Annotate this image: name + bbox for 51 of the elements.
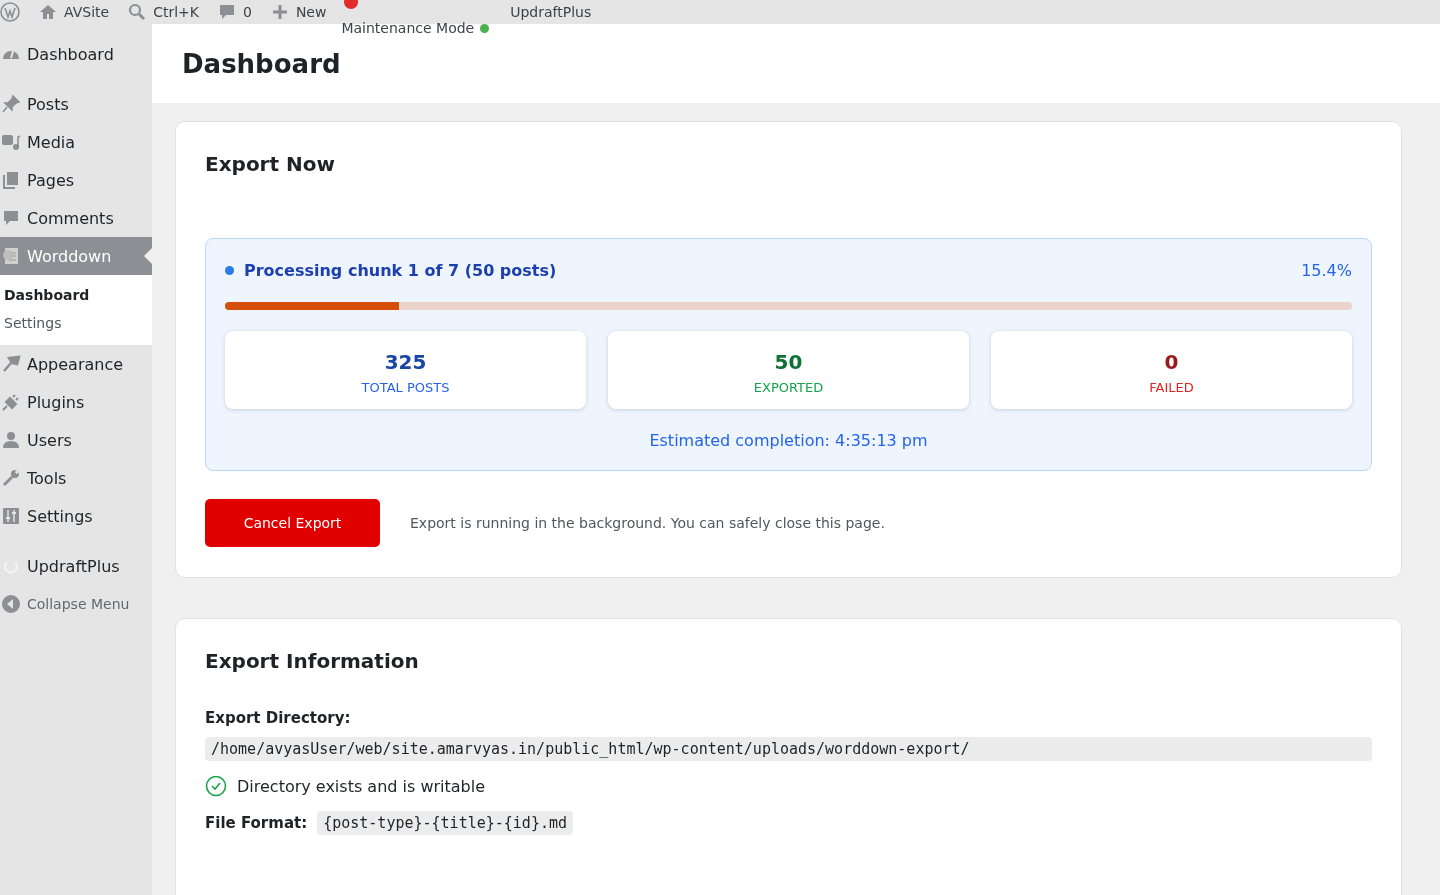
card-title: Export Now	[205, 152, 336, 176]
menu-item[interactable]: Plugins	[0, 383, 152, 421]
menu-item[interactable]: Posts	[0, 85, 152, 123]
menu-item[interactable]: UpdraftPlus	[0, 547, 152, 585]
pushpin-icon	[1, 94, 21, 114]
toolbar-item[interactable]: 0	[207, 2, 261, 22]
directory-label: Export Directory:	[205, 709, 352, 727]
media-icon	[1, 132, 21, 152]
file-format: {post-type}-{title}-{id}.md	[317, 811, 574, 835]
toolbar-item[interactable]: AVSite	[29, 2, 119, 22]
background-note: Export is running in the background. You can safely close this page.	[410, 515, 885, 531]
card-title: Export Information	[205, 649, 420, 673]
directory-path: /home/avyasUser/web/site.amarvyas.in/public_html/wp-content/uploads/worddown-export/	[205, 737, 1372, 761]
progress-percent: 15.4%	[1301, 261, 1352, 280]
menu-item[interactable]: Pages	[0, 161, 152, 199]
stat-label: TOTAL POSTS	[361, 380, 450, 395]
stat-label: EXPORTED	[753, 380, 824, 395]
menu-item[interactable]: Media	[0, 123, 152, 161]
search-icon	[127, 2, 148, 22]
stat-value: 0	[1164, 350, 1179, 374]
menu-item[interactable]: Settings	[0, 497, 152, 535]
cancel-export-button[interactable]: Cancel Export	[205, 499, 380, 547]
toolbar-item[interactable]: UpdraftPlus	[501, 4, 601, 20]
status-dot-icon	[480, 23, 490, 33]
menu-item[interactable]: Collapse Menu	[0, 585, 152, 623]
progress-status: Processing chunk 1 of 7 (50 posts)	[244, 261, 557, 280]
document-icon	[1, 246, 21, 266]
menu-item[interactable]: Dashboard	[0, 35, 152, 73]
stat-value: 50	[774, 350, 803, 374]
status-dot-icon	[225, 266, 234, 275]
menu-item[interactable]: Users	[0, 421, 152, 459]
user-icon	[1, 430, 21, 450]
toolbar-item[interactable]: Ctrl+K	[118, 2, 208, 22]
estimated-completion: Estimated completion: 4:35:13 pm	[648, 431, 929, 450]
submenu-item[interactable]: Dashboard	[0, 281, 152, 309]
speech-bubble-icon	[1, 208, 21, 228]
menu-item[interactable]: Tools	[0, 459, 152, 497]
toolbar-item[interactable]: New	[260, 2, 336, 22]
format-label: File Format:	[205, 814, 308, 832]
pages-icon	[1, 170, 21, 190]
home-icon	[38, 2, 58, 22]
menu-item[interactable]: Appearance	[0, 345, 152, 383]
menu-item[interactable]: Comments	[0, 199, 152, 237]
directory-status: Directory exists and is writable	[237, 776, 486, 796]
stat-value: 325	[384, 350, 427, 374]
plug-icon	[1, 392, 21, 412]
stat-label: FAILED	[1149, 380, 1194, 395]
wordpress-logo-icon	[0, 2, 20, 22]
submenu-item[interactable]: Settings	[0, 309, 152, 337]
check-circle-icon	[205, 775, 227, 797]
page-title: Dashboard	[182, 48, 341, 79]
